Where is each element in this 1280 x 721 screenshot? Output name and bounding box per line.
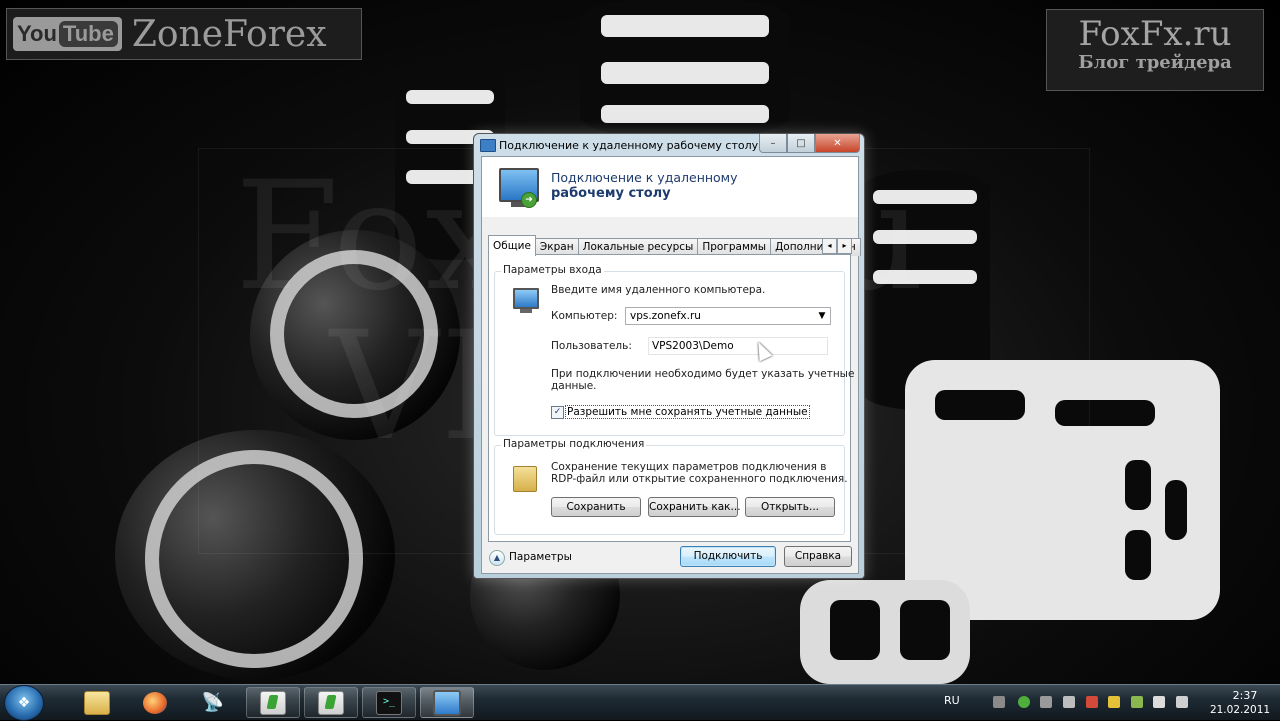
computer-instruction: Введите имя удаленного компьютера. <box>551 284 766 296</box>
tab-scroll-right-icon[interactable]: ▸ <box>837 238 852 254</box>
connection-group-label: Параметры подключения <box>501 438 647 450</box>
language-indicator[interactable]: RU <box>944 694 960 707</box>
remote-desktop-icon <box>433 689 461 716</box>
taskbar-green-app-1[interactable] <box>246 687 300 718</box>
maximize-button[interactable]: □ <box>787 134 815 153</box>
computer-value: vps.zonefx.ru <box>630 310 701 322</box>
tray-monitor-icon[interactable] <box>1063 696 1075 708</box>
login-settings-group: Параметры входа Введите имя удаленного к… <box>494 264 854 436</box>
clock-date[interactable]: 21.02.2011 <box>1204 704 1276 716</box>
save-as-button[interactable]: Сохранить как... <box>648 497 741 517</box>
tray-antivirus-icon[interactable] <box>1086 696 1098 708</box>
computer-combobox[interactable]: vps.zonefx.ru ▼ <box>625 307 831 325</box>
tray-flag-icon[interactable] <box>1153 696 1165 708</box>
start-button[interactable]: ❖ <box>4 685 44 721</box>
computer-label: Компьютер: <box>551 310 618 322</box>
save-credentials-label[interactable]: Разрешить мне сохранять учетные данные <box>565 405 810 419</box>
dialog-header: ➜ Подключение к удаленному рабочему стол… <box>482 157 858 217</box>
tab-panel-general: Параметры входа Введите имя удаленного к… <box>488 254 854 542</box>
close-button[interactable]: ✕ <box>815 134 860 153</box>
taskbar-green-app-2[interactable] <box>304 687 358 718</box>
header-title-line1: Подключение к удаленному <box>551 170 738 185</box>
remote-desktop-window[interactable]: Подключение к удаленному рабочему столу … <box>473 133 865 579</box>
taskbar-remote-desktop[interactable] <box>420 687 474 718</box>
connection-description-line2: RDP-файл или открытие сохраненного подкл… <box>551 473 848 485</box>
wallpaper-cylinder <box>580 0 790 135</box>
tray-key-icon[interactable] <box>1108 696 1120 708</box>
channel-name: ZoneForex <box>131 13 327 55</box>
clock-time[interactable]: 2:37 <box>1214 689 1276 702</box>
command-prompt-icon: >_ <box>376 690 402 715</box>
youtube-logo-tube: Tube <box>58 21 118 47</box>
satellite-icon: 📡 <box>201 691 225 713</box>
tray-status-icon[interactable] <box>1018 696 1030 708</box>
tray-volume-icon[interactable] <box>1176 696 1188 708</box>
caption-buttons: – □ ✕ <box>759 134 860 153</box>
tab-strip: Общие Экран Локальные ресурсы Программы … <box>488 235 861 256</box>
taskbar-explorer[interactable] <box>70 687 124 718</box>
tab-general[interactable]: Общие <box>488 235 536 256</box>
site-name: FoxFx.ru <box>1078 14 1232 54</box>
login-group-label: Параметры входа <box>501 264 604 276</box>
tab-scroll-left-icon[interactable]: ◂ <box>822 238 837 254</box>
dropdown-arrow-icon[interactable]: ▼ <box>816 308 828 324</box>
options-toggle-label[interactable]: Параметры <box>509 551 572 563</box>
credentials-note-line1: При подключении необходимо будет указать… <box>551 368 855 380</box>
credentials-note-line2: данные. <box>551 380 597 392</box>
taskbar-terminal[interactable]: >_ <box>362 687 416 718</box>
connection-settings-group: Параметры подключения Сохранение текущих… <box>494 438 848 535</box>
user-field[interactable]: VPS2003\Demo <box>648 337 828 355</box>
firefox-icon <box>143 691 167 714</box>
connection-arrow-icon: ➜ <box>521 192 537 208</box>
folder-icon <box>84 690 110 715</box>
open-button[interactable]: Открыть... <box>745 497 835 517</box>
taskbar: ❖ 📡 >_ RU 2:37 21.02.2011 <box>0 684 1280 721</box>
window-titlebar[interactable]: Подключение к удаленному рабочему столу … <box>474 134 864 156</box>
tray-arrow-icon[interactable] <box>993 696 1005 708</box>
tray-app-icon[interactable] <box>1131 696 1143 708</box>
header-title-line2: рабочему столу <box>551 186 671 201</box>
connection-description-line1: Сохранение текущих параметров подключени… <box>551 461 827 473</box>
minimize-button[interactable]: – <box>759 134 787 153</box>
wallpaper-cube <box>800 580 970 684</box>
save-button[interactable]: Сохранить <box>551 497 641 517</box>
trading-terminal-icon <box>318 690 344 715</box>
trading-terminal-icon <box>260 690 286 715</box>
tray-usb-icon[interactable] <box>1040 696 1052 708</box>
computer-icon <box>513 288 539 313</box>
taskbar-firefox[interactable] <box>128 687 182 718</box>
foxfx-logo: FoxFx.ru Блог трейдера <box>1046 9 1264 91</box>
user-label: Пользователь: <box>551 340 632 352</box>
save-credentials-checkbox[interactable]: ✓ <box>551 406 564 419</box>
youtube-logo-you: You <box>17 21 57 46</box>
folder-icon <box>513 466 537 492</box>
zoneforex-logo: You Tube ZoneForex <box>6 8 362 60</box>
options-expand-icon[interactable]: ▲ <box>489 550 505 566</box>
site-tagline: Блог трейдера <box>1078 52 1232 73</box>
connect-button[interactable]: Подключить <box>680 546 776 567</box>
youtube-logo: You Tube <box>13 17 122 51</box>
remote-desktop-icon <box>480 139 496 152</box>
window-client-area: ➜ Подключение к удаленному рабочему стол… <box>481 156 861 574</box>
taskbar-satellite[interactable]: 📡 <box>186 687 240 718</box>
help-button[interactable]: Справка <box>784 546 852 567</box>
window-title: Подключение к удаленному рабочему столу <box>499 139 759 152</box>
